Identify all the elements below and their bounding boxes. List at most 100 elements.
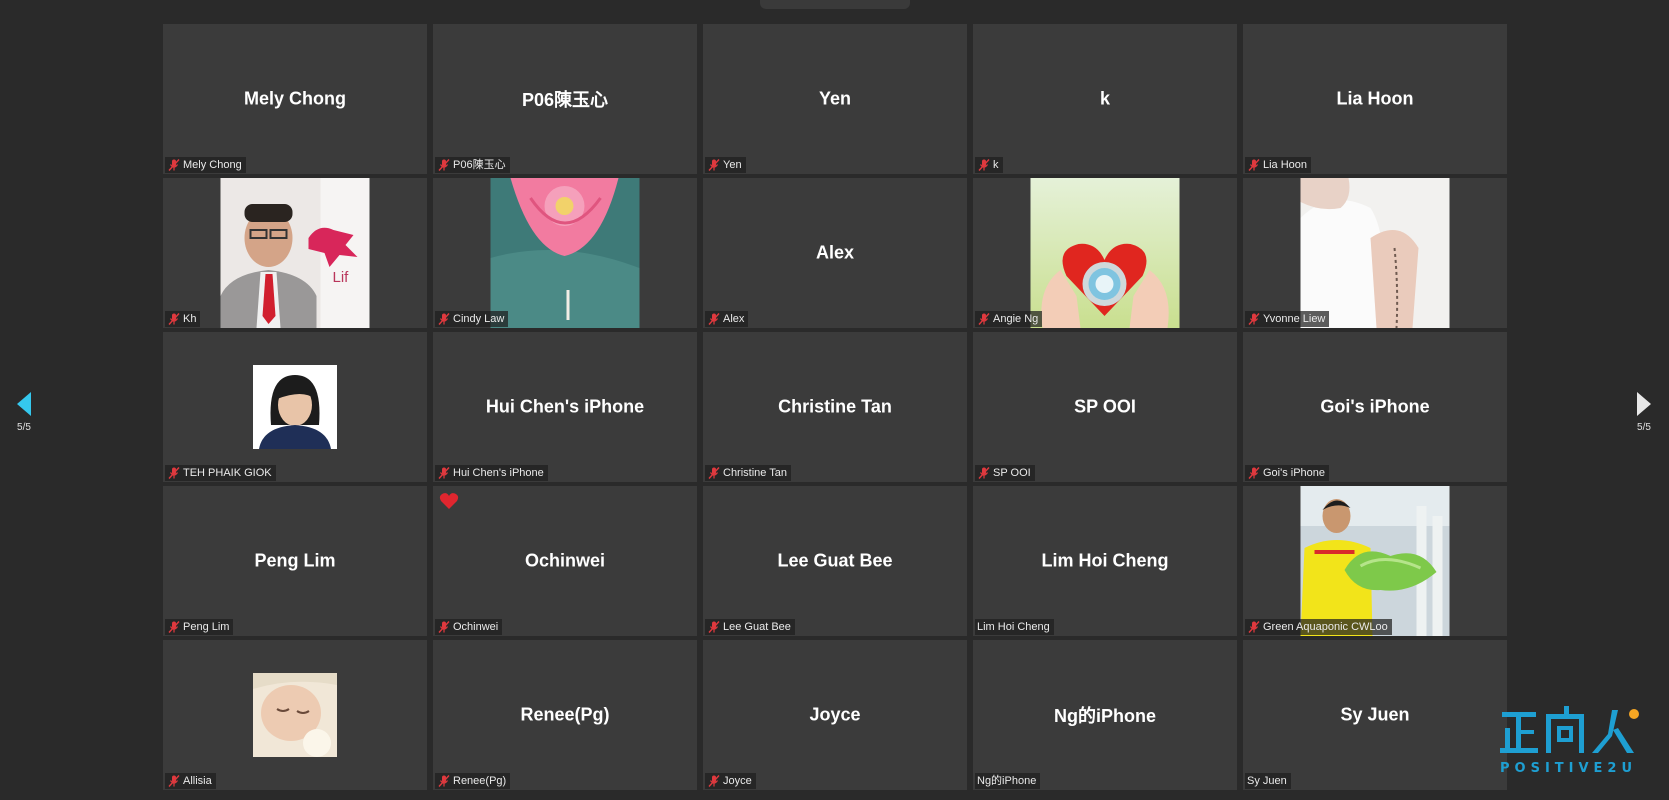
participant-name-label: Yen: [705, 157, 746, 173]
participant-name-label: Cindy Law: [435, 311, 509, 327]
participant-name-text: Goi's iPhone: [1263, 467, 1326, 479]
participant-display-name: SP OOI: [1074, 396, 1136, 417]
participant-tile[interactable]: Ng的iPhone Ng的iPhone: [973, 640, 1237, 790]
participant-tile[interactable]: SP OOI SP OOI: [973, 332, 1237, 482]
participant-tile[interactable]: kk: [973, 24, 1237, 174]
muted-mic-icon: [168, 775, 180, 787]
participant-name-label: Lia Hoon: [1245, 157, 1312, 173]
prev-page-button[interactable]: 5/5: [4, 392, 44, 433]
participant-name-label: TEH PHAIK GIOK: [165, 465, 276, 481]
participant-tile[interactable]: Peng Lim Peng Lim: [163, 486, 427, 636]
participant-tile[interactable]: Angie Ng: [973, 178, 1237, 328]
participant-name-label: Hui Chen's iPhone: [435, 465, 548, 481]
muted-mic-icon: [438, 159, 450, 171]
muted-mic-icon: [1248, 467, 1260, 479]
participant-avatar: [1300, 486, 1450, 636]
svg-text:Lif: Lif: [333, 269, 350, 286]
participant-tile[interactable]: TEH PHAIK GIOK: [163, 332, 427, 482]
participant-name-label: Lim Hoi Cheng: [975, 619, 1054, 635]
participant-tile[interactable]: Joyce Joyce: [703, 640, 967, 790]
watermark-english: POSITIVE2U: [1500, 761, 1637, 776]
muted-mic-icon: [1248, 313, 1260, 325]
muted-mic-icon: [438, 467, 450, 479]
participant-name-text: Ochinwei: [453, 621, 499, 633]
participant-name-label: k: [975, 157, 1003, 173]
participant-name-text: Allisia: [183, 775, 212, 787]
participant-name-text: Peng Lim: [183, 621, 230, 633]
muted-mic-icon: [438, 775, 450, 787]
participant-tile[interactable]: Allisia: [163, 640, 427, 790]
participant-name-text: Ng的iPhone: [977, 775, 1037, 787]
participant-name-text: Yvonne Liew: [1263, 313, 1326, 325]
participant-tile[interactable]: Christine Tan Christine Tan: [703, 332, 967, 482]
muted-mic-icon: [708, 159, 720, 171]
participant-avatar: [1300, 178, 1450, 328]
participant-name-label: Yvonne Liew: [1245, 311, 1330, 327]
muted-mic-icon: [978, 159, 990, 171]
participant-tile[interactable]: Sy Juen Sy Juen: [1243, 640, 1507, 790]
participant-display-name: k: [1099, 88, 1110, 109]
participant-tile[interactable]: P06陳玉心 P06陳玉心: [433, 24, 697, 174]
gallery-grid: Mely Chong Mely Chong P06陳玉心 P06陳玉心 Yen Yen k k…: [163, 24, 1507, 790]
participant-name-text: Sy Juen: [1247, 775, 1287, 787]
muted-mic-icon: [708, 467, 720, 479]
positive2u-watermark: POSITIVE2U: [1500, 706, 1639, 776]
participant-display-name: Renee(Pg): [520, 704, 610, 725]
participant-tile[interactable]: Lim Hoi Cheng Lim Hoi Cheng: [973, 486, 1237, 636]
participant-display-name: P06陳玉心: [521, 90, 609, 110]
participant-name-label: Ochinwei: [435, 619, 503, 635]
participant-tile[interactable]: Alex Alex: [703, 178, 967, 328]
participant-name-text: Green Aquaponic CWLoo: [1263, 621, 1388, 633]
participant-name-text: SP OOI: [993, 467, 1031, 479]
arrow-left-icon: [17, 392, 31, 416]
muted-mic-icon: [168, 467, 180, 479]
participant-name-label: Allisia: [165, 773, 216, 789]
participant-name-text: Lia Hoon: [1263, 159, 1308, 171]
participant-name-text: Lim Hoi Cheng: [977, 621, 1050, 633]
participant-tile[interactable]: Renee(Pg) Renee(Pg): [433, 640, 697, 790]
participant-avatar: [253, 673, 337, 757]
muted-mic-icon: [978, 313, 990, 325]
participant-tile[interactable]: Ochinwei Ochinwei: [433, 486, 697, 636]
participant-name-label: Lee Guat Bee: [705, 619, 795, 635]
top-toolbar-handle[interactable]: [760, 0, 910, 9]
page-indicator-left: 5/5: [17, 422, 31, 433]
muted-mic-icon: [1248, 621, 1260, 633]
muted-mic-icon: [438, 621, 450, 633]
arrow-right-icon: [1637, 392, 1651, 416]
muted-mic-icon: [708, 775, 720, 787]
participant-tile[interactable]: Lee Guat Bee Lee Guat Bee: [703, 486, 967, 636]
participant-display-name: Lee Guat Bee: [777, 550, 893, 571]
participant-tile[interactable]: Lia Hoon Lia Hoon: [1243, 24, 1507, 174]
participant-name-text: Renee(Pg): [453, 775, 507, 787]
participant-tile[interactable]: Green Aquaponic CWLoo: [1243, 486, 1507, 636]
participant-name-label: Ng的iPhone: [975, 773, 1041, 789]
participant-tile[interactable]: Lif Kh: [163, 178, 427, 328]
participant-avatar: [1030, 178, 1180, 328]
participant-display-name: Sy Juen: [1340, 704, 1410, 725]
participant-tile[interactable]: Mely Chong Mely Chong: [163, 24, 427, 174]
participant-avatar: [253, 365, 337, 449]
muted-mic-icon: [1248, 159, 1260, 171]
next-page-button[interactable]: 5/5: [1624, 392, 1664, 433]
participant-name-text: Mely Chong: [183, 159, 242, 171]
participant-tile[interactable]: Hui Chen's iPhone Hui Chen's iPhone: [433, 332, 697, 482]
participant-name-text: Lee Guat Bee: [723, 621, 791, 633]
participant-display-name: Alex: [815, 242, 855, 263]
participant-tile[interactable]: Yvonne Liew: [1243, 178, 1507, 328]
participant-tile[interactable]: Cindy Law: [433, 178, 697, 328]
participant-tile[interactable]: Goi's iPhone Goi's iPhone: [1243, 332, 1507, 482]
participant-name-label: Renee(Pg): [435, 773, 511, 789]
participant-name-text: k: [993, 159, 999, 171]
participant-name-text: Yen: [723, 159, 742, 171]
participant-name-text: P06陳玉心: [453, 159, 506, 171]
participant-display-name: Lia Hoon: [1336, 88, 1414, 109]
participant-name-label: Goi's iPhone: [1245, 465, 1330, 481]
participant-tile[interactable]: Yen Yen: [703, 24, 967, 174]
participant-name-text: Alex: [723, 313, 745, 325]
muted-mic-icon: [978, 467, 990, 479]
page-indicator-right: 5/5: [1637, 422, 1651, 433]
participant-display-name: Ochinwei: [524, 550, 605, 571]
participant-avatar: [490, 178, 640, 328]
participant-display-name: Goi's iPhone: [1320, 396, 1430, 417]
